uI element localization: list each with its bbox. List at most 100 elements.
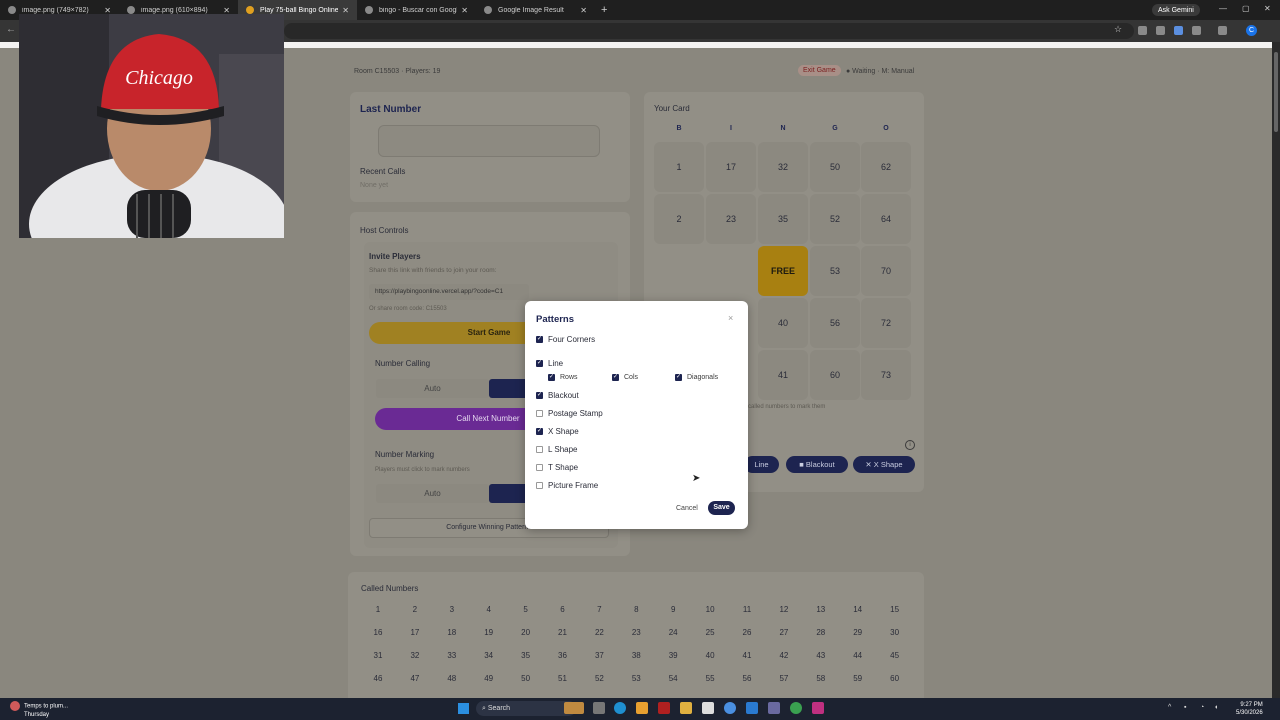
new-tab-icon[interactable]: +: [595, 4, 613, 16]
info-icon[interactable]: i: [905, 440, 915, 450]
checkbox[interactable]: [536, 427, 543, 435]
window-close-icon[interactable]: ✕: [1264, 4, 1271, 13]
checkbox[interactable]: [536, 482, 543, 489]
card-cell[interactable]: 17: [706, 142, 756, 192]
search-label: Search: [487, 705, 511, 712]
pattern-line-button[interactable]: Line: [744, 456, 779, 473]
card-cell[interactable]: 23: [706, 194, 756, 244]
card-cell[interactable]: 73: [861, 350, 911, 400]
card-cell[interactable]: 32: [758, 142, 808, 192]
checkbox[interactable]: [536, 464, 543, 471]
option-blackout[interactable]: Blackout: [536, 391, 579, 400]
card-cell[interactable]: 64: [861, 194, 911, 244]
number-calling-auto-button[interactable]: Auto: [376, 379, 489, 398]
cancel-button[interactable]: Cancel: [672, 503, 702, 514]
taskbar-app-icon[interactable]: [564, 702, 584, 714]
save-button[interactable]: Save: [708, 501, 735, 515]
url-input[interactable]: [284, 23, 1134, 39]
taskbar-app-icon[interactable]: [812, 702, 824, 714]
card-cell[interactable]: 40: [758, 298, 808, 348]
vscode-icon[interactable]: [746, 702, 758, 714]
cap-logo: Chicago: [125, 67, 193, 89]
number-marking-auto-button[interactable]: Auto: [376, 484, 489, 503]
card-cell[interactable]: 60: [810, 350, 860, 400]
option-line-cols[interactable]: Cols: [612, 373, 638, 381]
card-cell[interactable]: 52: [810, 194, 860, 244]
checkbox[interactable]: [536, 410, 543, 417]
checkbox[interactable]: [675, 373, 682, 381]
pattern-x-shape-button[interactable]: ✕ X Shape: [853, 456, 915, 473]
tab-close-icon[interactable]: ✕: [342, 6, 349, 15]
taskbar-app-icon[interactable]: [768, 702, 780, 714]
profile-avatar[interactable]: C: [1246, 25, 1257, 36]
card-cell[interactable]: 41: [758, 350, 808, 400]
modal-close-icon[interactable]: ×: [728, 313, 733, 323]
called-number: 33: [447, 651, 457, 660]
taskbar-app-icon[interactable]: [636, 702, 648, 714]
option-line-diagonals[interactable]: Diagonals: [675, 373, 719, 381]
card-cell[interactable]: 50: [810, 142, 860, 192]
tray-icon[interactable]: ▪: [1184, 704, 1186, 711]
card-cell[interactable]: 1: [654, 142, 704, 192]
volume-icon[interactable]: ◖: [1214, 704, 1218, 711]
option-picture-frame[interactable]: Picture Frame: [536, 481, 598, 490]
option-postage-stamp[interactable]: Postage Stamp: [536, 409, 603, 418]
checkbox[interactable]: [612, 373, 619, 381]
taskbar-clock[interactable]: 9:27 PM 5/30/2026: [1236, 701, 1263, 717]
invite-link-field[interactable]: https://playbingoonline.vercel.app/?code…: [369, 284, 529, 300]
checkbox[interactable]: [536, 335, 543, 343]
taskbar-search[interactable]: ⌕ Search: [476, 701, 576, 716]
checkbox[interactable]: [536, 446, 543, 453]
minimize-icon[interactable]: —: [1219, 4, 1227, 13]
tab-close-icon[interactable]: ✕: [580, 6, 587, 15]
scrollbar-thumb[interactable]: [1274, 52, 1278, 132]
extensions-puzzle-icon[interactable]: [1192, 26, 1201, 35]
tab-close-icon[interactable]: ✕: [461, 6, 468, 15]
card-cell[interactable]: 53: [810, 246, 860, 296]
edge-icon[interactable]: [614, 702, 626, 714]
task-view-icon[interactable]: [593, 702, 605, 714]
side-panel-icon[interactable]: [1218, 26, 1227, 35]
weather-widget[interactable]: Temps to plum... Thursday: [10, 701, 68, 719]
option-l-shape[interactable]: L Shape: [536, 445, 578, 454]
card-cell[interactable]: 62: [861, 142, 911, 192]
taskbar-app-icon[interactable]: [702, 702, 714, 714]
tab-google-search[interactable]: bingo - Buscar con Google ✕: [357, 0, 476, 20]
taskbar-app-icon[interactable]: [790, 702, 802, 714]
wifi-icon[interactable]: ◔: [1200, 704, 1204, 711]
card-free-cell[interactable]: FREE: [758, 246, 808, 296]
option-t-shape[interactable]: T Shape: [536, 463, 578, 472]
exit-game-button[interactable]: Exit Game: [798, 65, 841, 76]
windows-taskbar: Temps to plum... Thursday ⌕ Search ^ ▪ ◔…: [0, 698, 1280, 720]
ask-gemini-button[interactable]: Ask Gemini: [1152, 4, 1200, 16]
card-cell[interactable]: 72: [861, 298, 911, 348]
called-number: 46: [373, 674, 383, 683]
pattern-blackout-button[interactable]: ■ Blackout: [786, 456, 848, 473]
extension-icon[interactable]: [1156, 26, 1165, 35]
back-arrow-icon[interactable]: ←: [6, 24, 16, 35]
option-four-corners[interactable]: Four Corners: [536, 335, 595, 344]
checkbox[interactable]: [536, 359, 543, 367]
tab-google-image[interactable]: Google Image Result ✕: [476, 0, 595, 20]
page-scrollbar[interactable]: [1272, 42, 1280, 698]
card-cell[interactable]: 35: [758, 194, 808, 244]
option-line-rows[interactable]: Rows: [548, 373, 578, 381]
option-line[interactable]: Line: [536, 359, 563, 368]
option-label: Diagonals: [687, 374, 719, 381]
option-x-shape[interactable]: X Shape: [536, 427, 579, 436]
maximize-icon[interactable]: ▢: [1242, 4, 1250, 13]
card-cell[interactable]: 56: [810, 298, 860, 348]
bookmark-star-icon[interactable]: ☆: [1114, 24, 1122, 35]
card-cell[interactable]: 70: [861, 246, 911, 296]
card-cell[interactable]: 2: [654, 194, 704, 244]
checkbox[interactable]: [548, 373, 555, 381]
extension-icon[interactable]: [1138, 26, 1147, 35]
file-explorer-icon[interactable]: [680, 702, 692, 714]
windows-start-icon[interactable]: [458, 703, 469, 714]
tray-chevron-icon[interactable]: ^: [1168, 704, 1171, 711]
taskbar-app-icon[interactable]: [658, 702, 670, 714]
extension-icon[interactable]: [1174, 26, 1183, 35]
checkbox[interactable]: [536, 391, 543, 399]
called-number: 56: [742, 674, 752, 683]
chrome-icon[interactable]: [724, 702, 736, 714]
